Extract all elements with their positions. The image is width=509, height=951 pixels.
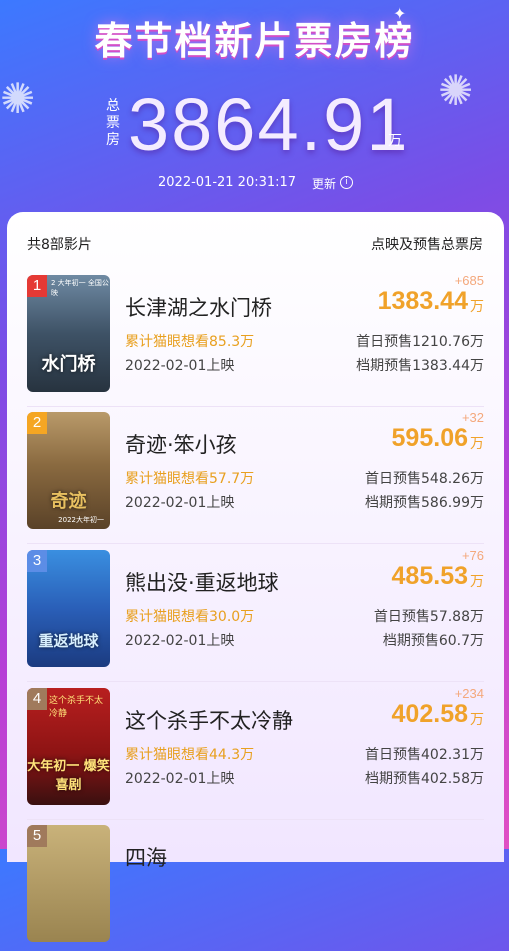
gross-value: 485.53 <box>391 562 468 590</box>
gross-unit: 万 <box>470 436 484 452</box>
movie-count: 共8部影片 <box>27 237 92 253</box>
period-presale: 档期预售60.7万 <box>382 633 484 649</box>
poster-date: 2022大年初一 <box>58 516 104 524</box>
update-timestamp: 2022-01-21 20:31:17 <box>158 175 297 190</box>
poster-tagline: 2 大年初一 全国公映 <box>51 279 109 297</box>
firework-icon: ✺ <box>0 74 36 123</box>
movie-poster[interactable]: 4 这个杀手不太冷静 大年初一 爆笑喜剧 <box>27 688 110 805</box>
poster-title: 奇迹 <box>50 491 87 512</box>
row-divider <box>27 543 484 544</box>
info-icon[interactable]: i <box>340 176 353 189</box>
total-box-office-label: 总票房 <box>106 98 120 148</box>
release-date: 2022-02-01上映 <box>125 771 235 787</box>
first-day-presale: 首日预售548.26万 <box>365 471 484 487</box>
movie-title[interactable]: 奇迹·笨小孩 <box>125 429 237 459</box>
page-title: 春节档新片票房榜 <box>94 19 415 63</box>
movie-poster[interactable]: 5 <box>27 825 110 942</box>
poster-tagline: 这个杀手不太冷静 <box>49 696 104 719</box>
row-divider <box>27 681 484 682</box>
movie-row[interactable]: 1 2 大年初一 全国公映 水门桥 长津湖之水门桥 累计猫眼想看85.3万 20… <box>7 273 504 407</box>
movie-title[interactable]: 这个杀手不太冷静 <box>125 705 293 735</box>
gross-value: 1383.44 <box>377 287 468 315</box>
total-box-office-unit: 万 <box>388 133 402 149</box>
movie-title[interactable]: 长津湖之水门桥 <box>125 292 272 322</box>
first-day-presale: 首日预售402.31万 <box>365 747 484 763</box>
update-label[interactable]: 更新 <box>312 175 336 192</box>
gross-column-header: 点映及预售总票房 <box>371 237 483 253</box>
gross-value: 402.58 <box>391 700 468 728</box>
release-date: 2022-02-01上映 <box>125 633 235 649</box>
first-day-presale: 首日预售1210.76万 <box>356 334 484 350</box>
gross-unit: 万 <box>470 574 484 590</box>
movie-row[interactable]: 5 四海 <box>7 825 504 951</box>
want-to-see-count: 累计猫眼想看57.7万 <box>125 471 255 487</box>
period-presale: 档期预售1383.44万 <box>356 358 484 374</box>
movie-poster[interactable]: 3 重返地球 <box>27 550 110 667</box>
firework-icon: ✺ <box>438 66 474 115</box>
rank-badge: 2 <box>27 412 47 434</box>
movie-poster[interactable]: 1 2 大年初一 全国公映 水门桥 <box>27 275 110 392</box>
rank-badge: 4 <box>27 688 47 710</box>
first-day-presale: 首日预售57.88万 <box>373 609 484 625</box>
movie-row[interactable]: 2 奇迹 2022大年初一 奇迹·笨小孩 累计猫眼想看57.7万 2022-02… <box>7 410 504 544</box>
period-presale: 档期预售402.58万 <box>365 771 484 787</box>
rank-badge: 1 <box>27 275 47 297</box>
row-divider <box>27 406 484 407</box>
total-box-office-value: 3864.91 <box>128 83 410 166</box>
rank-badge: 5 <box>27 825 47 847</box>
gross-unit: 万 <box>470 712 484 728</box>
header-banner: ✦ ✺ ✺ 春节档新片票房榜 总票房 3864.91 万 2022-01-21 … <box>0 0 509 210</box>
gross-delta: +234 <box>454 686 484 701</box>
want-to-see-count: 累计猫眼想看30.0万 <box>125 609 255 625</box>
movie-row[interactable]: 4 这个杀手不太冷静 大年初一 爆笑喜剧 这个杀手不太冷静 累计猫眼想看44.3… <box>7 686 504 820</box>
movie-row[interactable]: 3 重返地球 熊出没·重返地球 累计猫眼想看30.0万 2022-02-01上映… <box>7 548 504 682</box>
period-presale: 档期预售586.99万 <box>365 495 484 511</box>
poster-title: 水门桥 <box>41 354 96 375</box>
poster-title: 大年初一 爆笑喜剧 <box>27 759 110 793</box>
movie-title[interactable]: 四海 <box>125 842 167 872</box>
row-divider <box>27 819 484 820</box>
gross-delta: +76 <box>461 548 484 563</box>
gross-delta: +685 <box>454 273 484 288</box>
rank-badge: 3 <box>27 550 47 572</box>
gross-unit: 万 <box>470 299 484 315</box>
want-to-see-count: 累计猫眼想看44.3万 <box>125 747 255 763</box>
movie-title[interactable]: 熊出没·重返地球 <box>125 567 279 597</box>
ranking-card: 共8部影片 点映及预售总票房 1 2 大年初一 全国公映 水门桥 长津湖之水门桥… <box>7 212 504 942</box>
gross-value: 595.06 <box>391 424 468 452</box>
gross-delta: +32 <box>461 410 484 425</box>
release-date: 2022-02-01上映 <box>125 495 235 511</box>
want-to-see-count: 累计猫眼想看85.3万 <box>125 334 255 350</box>
poster-title: 重返地球 <box>38 632 99 650</box>
release-date: 2022-02-01上映 <box>125 358 235 374</box>
movie-poster[interactable]: 2 奇迹 2022大年初一 <box>27 412 110 529</box>
